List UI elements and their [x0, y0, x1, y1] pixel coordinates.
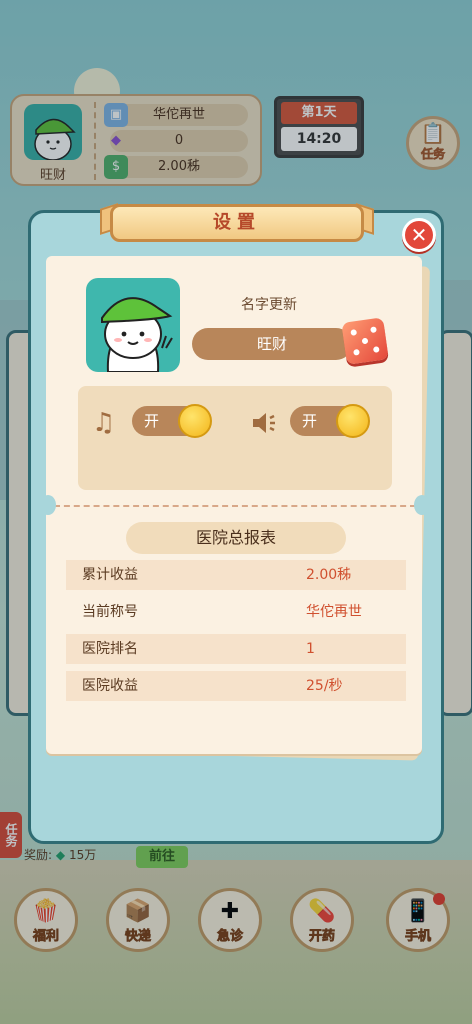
stat-row-current-title: 当前称号 华佗再世	[66, 597, 406, 627]
settings-avatar	[86, 278, 180, 372]
sound-settings-panel	[78, 386, 392, 490]
report-title: 医院总报表	[126, 522, 346, 554]
music-toggle[interactable]: 开	[132, 404, 212, 438]
stat-row-hospital-rank: 医院排名 1	[66, 634, 406, 664]
stat-value: 华佗再世	[306, 604, 362, 620]
sound-toggle-label: 开	[302, 412, 318, 430]
sound-toggle[interactable]: 开	[290, 404, 370, 438]
stat-label: 医院排名	[82, 641, 138, 657]
name-update-label: 名字更新	[241, 297, 297, 313]
speaker-icon	[250, 408, 280, 445]
section-divider	[54, 505, 416, 507]
ticket-notch-left	[40, 495, 56, 515]
music-note-icon: ♫	[92, 408, 116, 438]
stat-value: 1	[306, 641, 315, 657]
close-icon: ✕	[410, 223, 428, 247]
stat-value: 2.00秭	[306, 567, 352, 583]
stat-row-hospital-revenue: 医院收益 25/秒	[66, 671, 406, 701]
stat-label: 医院收益	[82, 678, 138, 694]
stat-row-total-income: 累计收益 2.00秭	[66, 560, 406, 590]
stat-label: 当前称号	[82, 604, 138, 620]
toggle-knob	[178, 404, 212, 438]
toggle-knob	[336, 404, 370, 438]
music-toggle-label: 开	[144, 412, 160, 430]
name-input[interactable]: 旺财	[192, 328, 352, 360]
dialog-title: 设置	[110, 204, 364, 242]
ticket-notch-right	[414, 495, 430, 515]
stat-label: 累计收益	[82, 567, 138, 583]
random-name-dice-button[interactable]	[341, 317, 389, 365]
close-button[interactable]: ✕	[402, 218, 436, 252]
stat-value: 25/秒	[306, 678, 343, 694]
character-icon	[101, 297, 173, 372]
